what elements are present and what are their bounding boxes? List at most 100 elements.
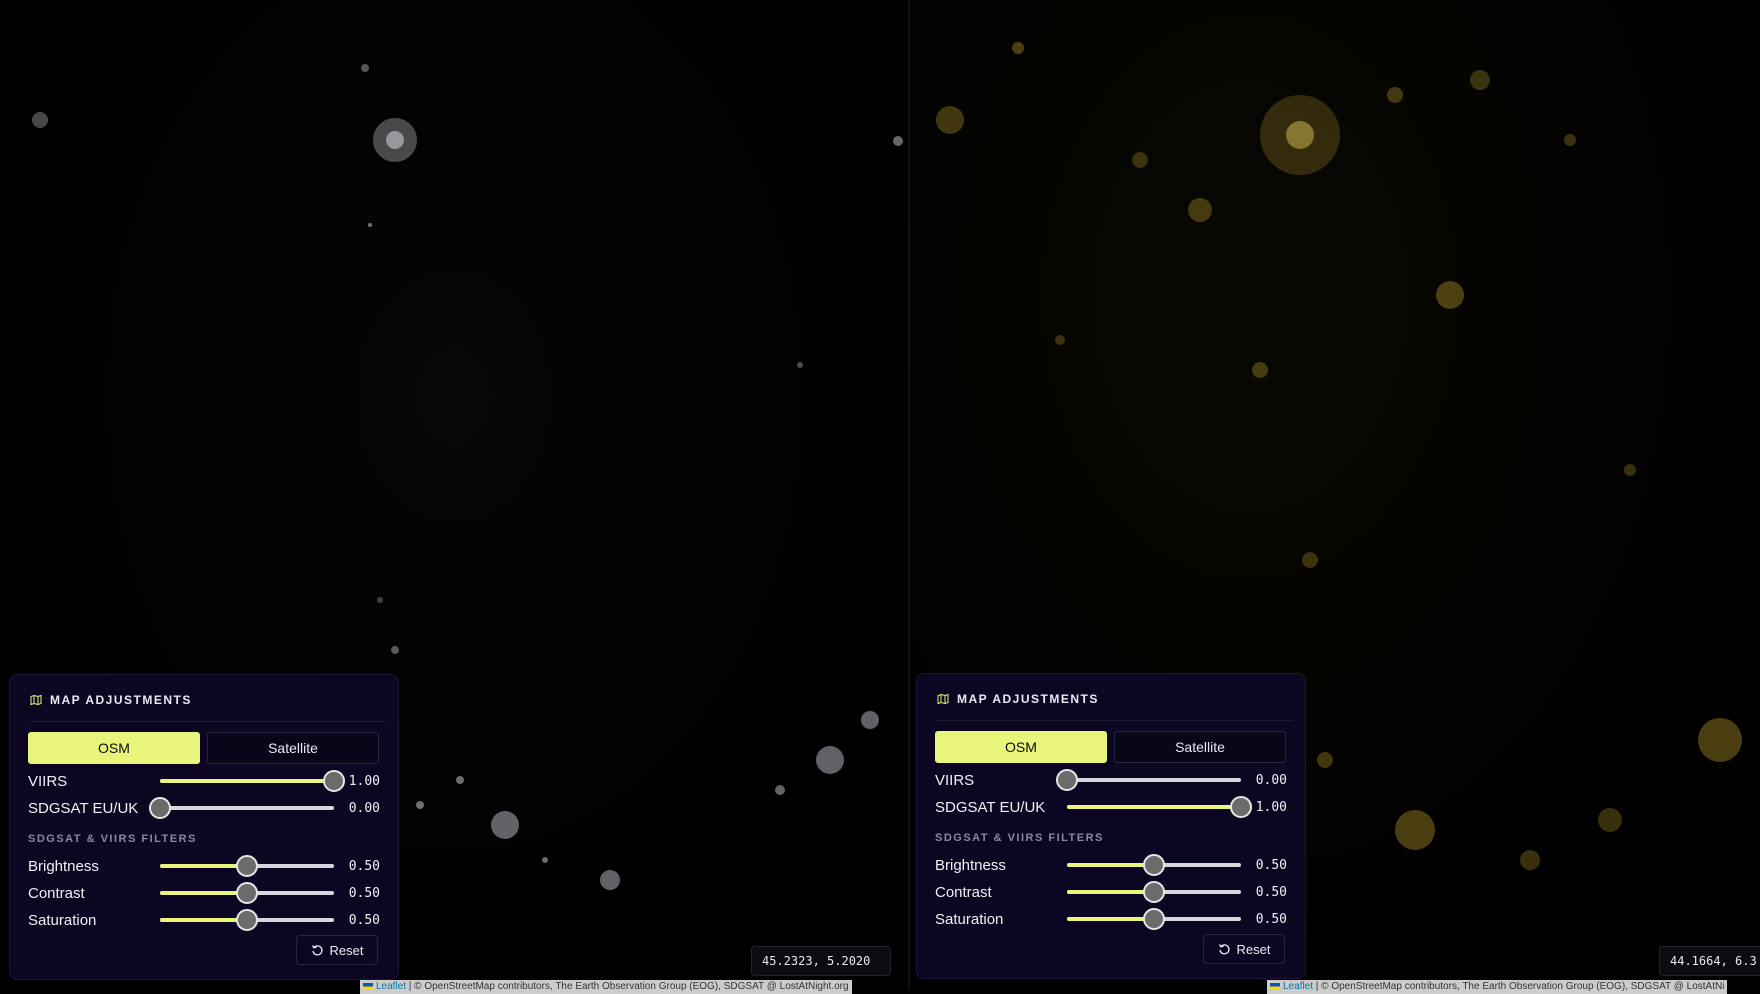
brightness-slider[interactable] — [160, 855, 334, 877]
city-light — [1624, 464, 1636, 476]
map-attribution-left: Leaflet | © OpenStreetMap contributors, … — [360, 980, 852, 994]
city-light — [861, 711, 879, 729]
reset-icon — [311, 944, 323, 955]
coordinate-readout-right: 44.1664, 6.3 — [1659, 946, 1760, 976]
city-light — [816, 746, 844, 774]
saturation-slider[interactable] — [160, 909, 334, 931]
saturation-row: Saturation 0.50 — [935, 908, 1287, 930]
city-light — [32, 112, 48, 128]
slider-thumb[interactable] — [149, 797, 171, 819]
flag-icon — [363, 982, 373, 990]
satellite-button[interactable]: Satellite — [1114, 731, 1286, 763]
contrast-value: 0.50 — [348, 886, 380, 901]
slider-thumb[interactable] — [1056, 769, 1078, 791]
slider-thumb[interactable] — [1143, 881, 1165, 903]
brightness-value: 0.50 — [1255, 858, 1287, 873]
city-light — [456, 776, 464, 784]
city-light — [1395, 810, 1435, 850]
city-light — [377, 597, 383, 603]
reset-button[interactable]: Reset — [1203, 934, 1285, 964]
basemap-toggle: OSM Satellite — [28, 732, 379, 764]
city-light — [600, 870, 620, 890]
panel-header: MAP ADJUSTMENTS — [30, 693, 386, 722]
viirs-label: VIIRS — [935, 772, 975, 789]
city-light — [368, 223, 372, 227]
brightness-value: 0.50 — [348, 859, 380, 874]
viirs-row: VIIRS 1.00 — [28, 770, 380, 792]
viirs-slider[interactable] — [1056, 769, 1241, 791]
sdgsat-row: SDGSAT EU/UK 1.00 — [935, 796, 1287, 818]
satellite-button[interactable]: Satellite — [207, 732, 379, 764]
map-adjustments-panel-right: MAP ADJUSTMENTS OSM Satellite VIIRS 0.00… — [916, 673, 1306, 979]
slider-thumb[interactable] — [236, 855, 258, 877]
saturation-slider[interactable] — [1067, 908, 1241, 930]
city-light — [1436, 281, 1464, 309]
city-light — [1520, 850, 1540, 870]
city-light — [936, 106, 964, 134]
viirs-value: 1.00 — [348, 774, 380, 789]
city-light — [1055, 335, 1065, 345]
viirs-slider[interactable] — [160, 770, 345, 792]
basemap-toggle: OSM Satellite — [935, 731, 1286, 763]
map-attribution-right: Leaflet | © OpenStreetMap contributors, … — [1267, 980, 1728, 994]
saturation-label: Saturation — [28, 912, 97, 929]
osm-button[interactable]: OSM — [28, 732, 200, 764]
city-light — [491, 811, 519, 839]
map-icon — [30, 694, 42, 706]
slider-fill — [1067, 805, 1241, 809]
slider-fill — [160, 779, 334, 783]
slider-fill — [1067, 863, 1154, 867]
city-light — [361, 64, 369, 72]
flag-icon — [1270, 982, 1280, 990]
coordinate-readout-left: 45.2323, 5.2020 — [751, 946, 891, 976]
contrast-slider[interactable] — [160, 882, 334, 904]
brightness-slider[interactable] — [1067, 854, 1241, 876]
city-light — [1012, 42, 1024, 54]
city-light — [797, 362, 803, 368]
city-light — [775, 785, 785, 795]
panel-title: MAP ADJUSTMENTS — [957, 692, 1099, 706]
reset-button[interactable]: Reset — [296, 935, 378, 965]
slider-thumb[interactable] — [1143, 908, 1165, 930]
slider-thumb[interactable] — [236, 909, 258, 931]
slider-fill — [1067, 890, 1154, 894]
slider-thumb[interactable] — [1230, 796, 1252, 818]
saturation-value: 0.50 — [348, 913, 380, 928]
contrast-row: Contrast 0.50 — [28, 882, 380, 904]
city-light — [1132, 152, 1148, 168]
contrast-row: Contrast 0.50 — [935, 881, 1287, 903]
brightness-label: Brightness — [28, 858, 99, 875]
city-light — [1286, 121, 1314, 149]
brightness-label: Brightness — [935, 857, 1006, 874]
leaflet-link[interactable]: Leaflet — [376, 981, 406, 992]
viirs-label: VIIRS — [28, 773, 68, 790]
map-icon — [937, 693, 949, 705]
brightness-row: Brightness 0.50 — [935, 854, 1287, 876]
osm-button[interactable]: OSM — [935, 731, 1107, 763]
sdgsat-slider[interactable] — [1067, 796, 1252, 818]
contrast-slider[interactable] — [1067, 881, 1241, 903]
viirs-row: VIIRS 0.00 — [935, 769, 1287, 791]
sdgsat-label: SDGSAT EU/UK — [28, 800, 139, 817]
leaflet-link[interactable]: Leaflet — [1283, 981, 1313, 992]
reset-label: Reset — [329, 942, 364, 958]
map-adjustments-panel-left: MAP ADJUSTMENTS OSM Satellite VIIRS 1.00… — [9, 674, 399, 980]
filters-heading: SDGSAT & VIIRS FILTERS — [28, 833, 197, 845]
city-light — [1470, 70, 1490, 90]
sdgsat-value: 1.00 — [1255, 800, 1287, 815]
city-light — [1317, 752, 1333, 768]
city-light — [1598, 808, 1622, 832]
city-light — [893, 136, 903, 146]
panel-title: MAP ADJUSTMENTS — [50, 693, 192, 707]
saturation-row: Saturation 0.50 — [28, 909, 380, 931]
saturation-value: 0.50 — [1255, 912, 1287, 927]
viirs-value: 0.00 — [1255, 773, 1287, 788]
city-light — [386, 131, 404, 149]
sdgsat-slider[interactable] — [149, 797, 334, 819]
slider-thumb[interactable] — [1143, 854, 1165, 876]
slider-thumb[interactable] — [323, 770, 345, 792]
sdgsat-label: SDGSAT EU/UK — [935, 799, 1046, 816]
city-light — [1302, 552, 1318, 568]
city-light — [1387, 87, 1403, 103]
slider-thumb[interactable] — [236, 882, 258, 904]
